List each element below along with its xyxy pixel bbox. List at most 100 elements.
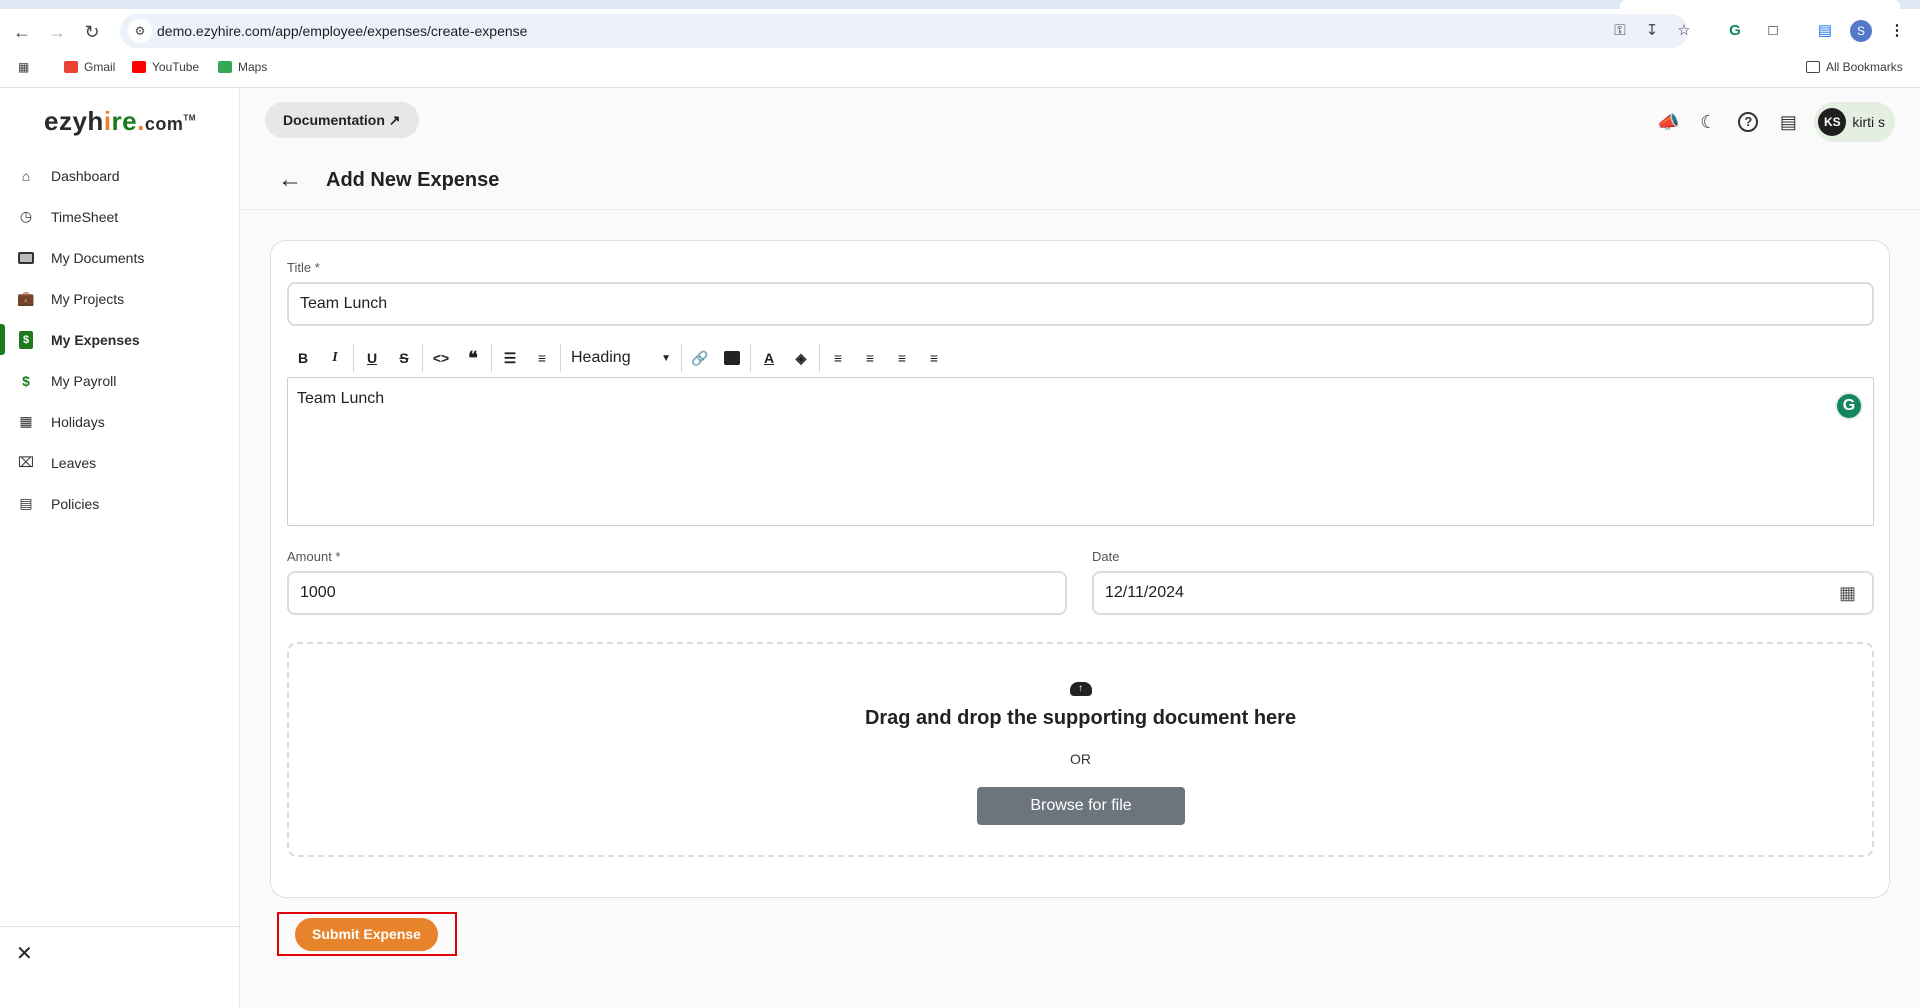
align-justify-icon[interactable]: ≡ bbox=[918, 343, 950, 373]
sidebar: ezyhire.comTM ⌂ Dashboard ◷ TimeSheet My D… bbox=[0, 88, 240, 1008]
editor-content[interactable]: Team Lunch bbox=[297, 390, 384, 408]
title-label: Title * bbox=[287, 260, 320, 275]
dropzone-text: Drag and drop the supporting document he… bbox=[864, 707, 1297, 729]
sidebar-item-label: Dashboard bbox=[51, 167, 120, 184]
apps-grid-icon[interactable]: ▦ bbox=[18, 60, 29, 74]
grammarly-icon[interactable]: G bbox=[1835, 392, 1863, 420]
documentation-label: Documentation bbox=[283, 112, 385, 128]
bookmark-gmail[interactable]: Gmail bbox=[64, 60, 115, 74]
browser-menu-icon[interactable]: ⋮ bbox=[1886, 20, 1908, 42]
payroll-sync-icon: $ bbox=[22, 372, 30, 389]
italic-icon[interactable]: I bbox=[319, 343, 351, 373]
main-content: Documentation ↗ 📣 ☾ ? ▤ KS kirti s ← Add … bbox=[240, 88, 1920, 1008]
password-key-icon[interactable]: ⚿ bbox=[1610, 21, 1630, 41]
help-icon[interactable]: ? bbox=[1728, 107, 1768, 137]
browse-file-button[interactable]: Browse for file bbox=[977, 787, 1185, 825]
policy-document-icon: ▤ bbox=[19, 495, 33, 511]
logo-text: com bbox=[144, 114, 184, 134]
image-icon[interactable] bbox=[716, 343, 748, 373]
folder-icon bbox=[17, 249, 35, 267]
bold-icon[interactable]: B bbox=[287, 343, 319, 373]
url-text[interactable]: demo.ezyhire.com/app/employee/expenses/c… bbox=[157, 23, 527, 39]
bookmark-youtube[interactable]: YouTube bbox=[132, 60, 199, 74]
install-app-icon[interactable]: ↧ bbox=[1642, 21, 1662, 41]
dark-mode-moon-icon[interactable]: ☾ bbox=[1688, 107, 1728, 137]
submit-highlight-box: Submit Expense bbox=[277, 912, 457, 956]
code-icon[interactable]: <> bbox=[425, 343, 457, 373]
sidebar-item-my-documents[interactable]: My Documents bbox=[0, 237, 239, 278]
calendar-icon: ▦ bbox=[19, 413, 33, 429]
extensions-puzzle-icon[interactable]: □ bbox=[1762, 20, 1784, 42]
announcement-megaphone-icon[interactable]: 📣 bbox=[1648, 107, 1688, 137]
documentation-button[interactable]: Documentation ↗ bbox=[265, 102, 419, 138]
toolbar-divider bbox=[491, 344, 492, 372]
sidebar-item-my-expenses[interactable]: $ My Expenses bbox=[0, 319, 239, 360]
title-input[interactable]: Team Lunch bbox=[287, 282, 1874, 326]
toolbar-divider bbox=[819, 344, 820, 372]
underline-icon[interactable]: U bbox=[356, 343, 388, 373]
calendar-icon[interactable]: ▦ bbox=[1839, 573, 1856, 613]
sidebar-footer: ✕ bbox=[0, 926, 239, 1008]
align-center-icon[interactable]: ≡ bbox=[854, 343, 886, 373]
sidebar-item-holidays[interactable]: ▦ Holidays bbox=[0, 401, 239, 442]
heading-select[interactable]: Heading ▼ bbox=[563, 343, 679, 373]
text-color-icon[interactable]: A bbox=[753, 343, 785, 373]
strikethrough-icon[interactable]: S bbox=[388, 343, 420, 373]
grammarly-extension-icon[interactable]: G bbox=[1724, 20, 1746, 42]
site-info-icon[interactable]: ⚙ bbox=[128, 19, 152, 43]
all-bookmarks[interactable]: All Bookmarks bbox=[1806, 60, 1903, 74]
page-title: Add New Expense bbox=[326, 169, 500, 191]
editor-toolbar: B I U S <> ❝ ☰ ≡ Heading ▼ 🔗 A ◈ ≡ ≡ ≡ ≡ bbox=[287, 341, 950, 375]
close-icon[interactable]: ✕ bbox=[16, 941, 33, 966]
back-icon[interactable]: ← bbox=[10, 20, 34, 44]
sidebar-item-my-projects[interactable]: 💼 My Projects bbox=[0, 278, 239, 319]
bookmark-maps[interactable]: Maps bbox=[218, 60, 267, 74]
user-menu[interactable]: KS kirti s bbox=[1814, 102, 1895, 142]
sidebar-item-policies[interactable]: ▤ Policies bbox=[0, 483, 239, 524]
profile-avatar[interactable]: S bbox=[1850, 20, 1872, 42]
or-text: OR bbox=[1070, 751, 1091, 767]
align-left-icon[interactable]: ≡ bbox=[822, 343, 854, 373]
back-arrow-icon[interactable]: ← bbox=[278, 166, 302, 194]
cloud-upload-icon: ↑ bbox=[289, 678, 1872, 696]
description-editor[interactable]: Team Lunch G bbox=[287, 377, 1874, 526]
cast-icon[interactable]: ▤ bbox=[1814, 20, 1836, 42]
ordered-list-icon[interactable]: ☰ bbox=[494, 343, 526, 373]
sidebar-nav: ⌂ Dashboard ◷ TimeSheet My Documents 💼 My P… bbox=[0, 155, 239, 524]
date-label: Date bbox=[1092, 549, 1120, 564]
forward-icon[interactable]: → bbox=[45, 20, 69, 44]
align-right-icon[interactable]: ≡ bbox=[886, 343, 918, 373]
sidebar-item-label: My Documents bbox=[51, 249, 145, 266]
logo-tm: TM bbox=[183, 113, 196, 123]
youtube-icon bbox=[132, 61, 146, 73]
ezyhire-logo[interactable]: ezyhire.comTM bbox=[44, 106, 196, 137]
page-header: ← Add New Expense bbox=[240, 152, 1920, 210]
address-bar[interactable]: ⚙ demo.ezyhire.com/app/employee/expenses… bbox=[120, 14, 1691, 48]
folder-icon bbox=[1806, 61, 1820, 73]
browser-chrome: ← → ↻ ⚙ demo.ezyhire.com/app/employee/ex… bbox=[0, 0, 1920, 88]
bookmark-label: Gmail bbox=[84, 60, 116, 74]
bullet-list-icon[interactable]: ≡ bbox=[526, 343, 558, 373]
date-value: 12/11/2024 bbox=[1105, 584, 1184, 601]
sidebar-item-dashboard[interactable]: ⌂ Dashboard bbox=[0, 155, 239, 196]
blockquote-icon[interactable]: ❝ bbox=[457, 343, 489, 373]
amount-input[interactable]: 1000 bbox=[287, 571, 1067, 615]
file-dropzone[interactable]: ↑ Drag and drop the supporting document … bbox=[287, 642, 1874, 857]
submit-expense-button[interactable]: Submit Expense bbox=[295, 918, 438, 951]
sidebar-item-timesheet[interactable]: ◷ TimeSheet bbox=[0, 196, 239, 237]
briefcase-clock-icon: 💼 bbox=[17, 290, 35, 306]
all-bookmarks-label: All Bookmarks bbox=[1826, 60, 1903, 74]
chat-icon[interactable]: ▤ bbox=[1768, 107, 1808, 137]
sidebar-item-label: Policies bbox=[51, 495, 100, 512]
logo-text: r bbox=[111, 106, 123, 136]
sidebar-item-my-payroll[interactable]: $ My Payroll bbox=[0, 360, 239, 401]
link-icon[interactable]: 🔗 bbox=[684, 343, 716, 373]
highlight-color-icon[interactable]: ◈ bbox=[785, 343, 817, 373]
logo-text: . bbox=[137, 106, 145, 136]
bookmark-star-icon[interactable]: ☆ bbox=[1674, 21, 1694, 41]
date-input[interactable]: 12/11/2024 ▦ bbox=[1092, 571, 1874, 615]
reload-icon[interactable]: ↻ bbox=[80, 20, 104, 44]
sidebar-item-leaves[interactable]: ⌧ Leaves bbox=[0, 442, 239, 483]
header-actions: 📣 ☾ ? ▤ KS kirti s bbox=[1648, 102, 1920, 142]
logo-text: i bbox=[103, 106, 112, 136]
